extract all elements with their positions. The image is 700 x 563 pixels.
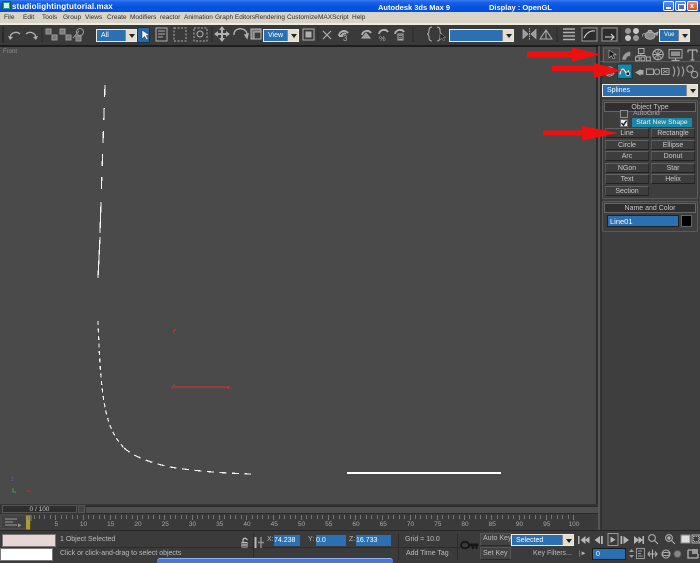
svg-text:z: z bbox=[11, 477, 14, 483]
